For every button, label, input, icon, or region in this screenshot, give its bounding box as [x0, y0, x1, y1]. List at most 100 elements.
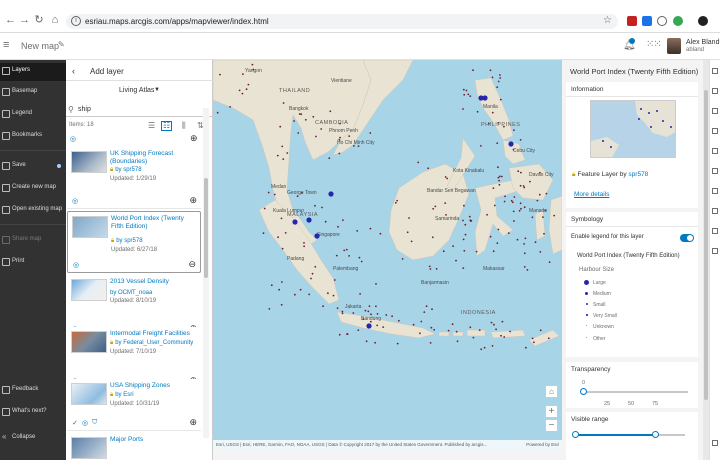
table-view-icon[interactable]: ⫼ — [182, 121, 186, 131]
port-point[interactable] — [456, 340, 459, 343]
port-point[interactable] — [493, 204, 496, 207]
section-heading[interactable]: Symbology — [571, 216, 603, 223]
port-point[interactable] — [511, 201, 514, 204]
result-title[interactable]: World Port Index (Twenty Fifth Edition) — [111, 215, 197, 230]
port-point[interactable] — [300, 113, 303, 116]
profile-avatar-icon[interactable] — [698, 16, 708, 26]
port-point[interactable] — [462, 267, 465, 269]
port-point[interactable] — [463, 249, 466, 252]
port-point[interactable] — [423, 311, 426, 313]
port-point[interactable] — [500, 175, 503, 178]
transparency-slider-track[interactable] — [584, 391, 688, 393]
port-point[interactable] — [267, 191, 270, 194]
port-point[interactable] — [336, 307, 339, 309]
user-name[interactable]: Alex Bland — [686, 39, 719, 47]
port-point[interactable] — [507, 232, 510, 235]
port-point[interactable] — [346, 333, 349, 335]
rail-item-save[interactable]: Save — [0, 158, 66, 176]
port-point[interactable] — [497, 80, 500, 83]
port-point[interactable] — [523, 206, 526, 209]
port-point-large[interactable] — [366, 323, 372, 329]
port-point[interactable] — [429, 268, 432, 270]
color-picker-extension-icon[interactable] — [673, 16, 683, 26]
result-owner[interactable]: by OCMT_noaa — [110, 290, 152, 296]
port-point[interactable] — [504, 195, 506, 198]
search-icon[interactable] — [712, 248, 718, 254]
port-point[interactable] — [523, 186, 526, 189]
port-point[interactable] — [341, 310, 344, 313]
owner-name[interactable]: by OCMT_noaa — [110, 290, 152, 296]
port-point[interactable] — [282, 102, 285, 104]
bookmark-star-icon[interactable]: ☆ — [603, 15, 612, 26]
results-scrollbar[interactable] — [203, 108, 209, 438]
port-point[interactable] — [329, 110, 332, 113]
port-point[interactable] — [519, 184, 522, 187]
port-point[interactable] — [496, 242, 499, 245]
port-point[interactable] — [282, 158, 285, 160]
port-point[interactable] — [495, 328, 497, 331]
pdf-extension-icon[interactable] — [627, 16, 637, 26]
zoom-in-button[interactable]: + — [545, 405, 558, 418]
port-point[interactable] — [280, 217, 283, 220]
port-point[interactable] — [431, 236, 434, 239]
measure-icon[interactable] — [712, 228, 718, 234]
port-point[interactable] — [435, 268, 438, 270]
port-point[interactable] — [293, 120, 295, 122]
port-point[interactable] — [442, 250, 445, 253]
port-point[interactable] — [500, 334, 502, 337]
owner-name[interactable]: by spr578 — [116, 238, 142, 244]
section-heading[interactable]: Information — [571, 86, 604, 93]
add-layer-plus-icon[interactable]: ⊕ — [190, 133, 198, 144]
port-point[interactable] — [216, 111, 219, 114]
port-point[interactable] — [321, 206, 323, 209]
section-heading[interactable]: Visible range — [571, 416, 608, 423]
port-point[interactable] — [338, 152, 341, 155]
port-point-large[interactable] — [478, 95, 484, 101]
port-point[interactable] — [547, 337, 550, 340]
port-point[interactable] — [342, 219, 344, 222]
port-point[interactable] — [374, 341, 376, 344]
port-point[interactable] — [462, 88, 465, 91]
port-point[interactable] — [245, 88, 248, 91]
port-point[interactable] — [463, 93, 466, 96]
port-point[interactable] — [490, 321, 493, 324]
port-point[interactable] — [433, 328, 436, 331]
port-point[interactable] — [497, 176, 500, 179]
styles-icon[interactable] — [712, 88, 718, 94]
port-point[interactable] — [419, 332, 421, 335]
port-point[interactable] — [498, 179, 500, 182]
port-point[interactable] — [273, 193, 276, 196]
rail-item-create-new-map[interactable]: Create new map — [0, 180, 66, 198]
port-point[interactable] — [315, 135, 317, 138]
powered-by-esri[interactable]: Powered by Esri — [526, 440, 559, 450]
port-point[interactable] — [526, 269, 529, 271]
port-point[interactable] — [517, 170, 520, 173]
result-owner[interactable]: 🔒︎ by Esri — [110, 392, 134, 399]
add-layer-plus-icon[interactable]: ⊕ — [189, 417, 197, 428]
port-point[interactable] — [406, 231, 409, 234]
port-point[interactable] — [496, 142, 499, 144]
port-point[interactable] — [539, 329, 542, 332]
port-point[interactable] — [434, 205, 437, 208]
port-point[interactable] — [523, 252, 526, 255]
extension-icon[interactable] — [642, 16, 652, 26]
result-title[interactable]: 2013 Vessel Density — [110, 278, 196, 286]
port-point[interactable] — [462, 219, 464, 222]
port-point[interactable] — [352, 312, 355, 314]
rail-item-print[interactable]: Print — [0, 254, 66, 272]
port-point[interactable] — [509, 330, 511, 333]
port-point[interactable] — [444, 202, 447, 205]
port-point[interactable] — [304, 118, 307, 121]
port-point[interactable] — [320, 128, 323, 130]
port-point-large[interactable] — [328, 191, 334, 197]
port-point[interactable] — [480, 348, 483, 351]
port-point[interactable] — [447, 329, 450, 332]
port-point[interactable] — [545, 192, 548, 195]
rail-item-feedback[interactable]: Feedback — [0, 382, 66, 400]
port-point[interactable] — [368, 305, 371, 307]
port-point[interactable] — [303, 245, 305, 248]
port-point[interactable] — [297, 132, 300, 134]
port-point[interactable] — [328, 157, 331, 160]
port-point[interactable] — [294, 293, 296, 296]
port-point[interactable] — [523, 266, 526, 268]
